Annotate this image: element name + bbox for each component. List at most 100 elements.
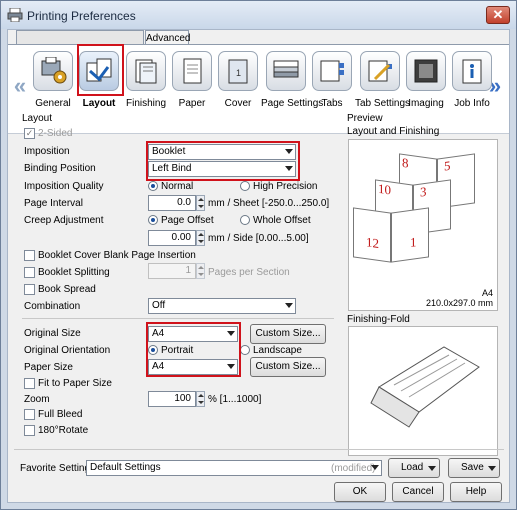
combination-select[interactable]: Off — [148, 298, 296, 314]
page-interval-label: Page Interval — [24, 198, 83, 209]
combination-value: Off — [152, 300, 166, 311]
paper-icon — [183, 58, 202, 84]
page-number: 1 — [410, 234, 417, 250]
tool-cover[interactable]: 1 Cover — [215, 51, 261, 121]
fit-to-paper-checkbox[interactable] — [24, 378, 35, 389]
tool-label: Imaging — [408, 98, 444, 109]
splitting-stepper[interactable] — [196, 263, 205, 279]
tool-job-info[interactable]: Job Info — [449, 51, 495, 121]
page-settings-icon — [273, 60, 299, 78]
booklet-splitting-label: Booklet Splitting — [38, 267, 110, 278]
tool-imaging[interactable]: Imaging — [403, 51, 449, 121]
imposition-value: Booklet — [152, 146, 186, 157]
splitting-unit: Pages per Section — [208, 267, 290, 278]
booklet-splitting-checkbox[interactable] — [24, 267, 35, 278]
favorite-modified-state: (modified) — [331, 463, 376, 474]
page-number: 3 — [420, 183, 427, 200]
paper-size-value: A4 — [152, 361, 165, 372]
window-title: Printing Preferences — [27, 9, 136, 23]
layout-preview-pane: 8 5 10 3 12 1 A4 210.0x297.0 mm — [348, 139, 498, 311]
tool-layout[interactable]: Layout — [76, 51, 122, 121]
full-bleed-checkbox[interactable] — [24, 409, 35, 420]
chevron-down-icon — [285, 166, 293, 171]
chevron-down-icon — [488, 466, 496, 471]
original-orientation-label: Original Orientation — [24, 345, 111, 356]
page-interval-input[interactable]: 0.0 — [148, 195, 196, 211]
orientation-portrait-label: Portrait — [161, 345, 194, 356]
preview-group-title: Preview — [347, 113, 383, 124]
blank-insertion-label: Booklet Cover Blank Page Insertion — [38, 250, 196, 261]
blank-insertion-checkbox[interactable] — [24, 250, 35, 261]
tool-tabs[interactable]: Tabs — [309, 51, 355, 121]
tool-page-settings[interactable]: Page Settings — [261, 51, 323, 121]
layout-group-title: Layout — [22, 113, 53, 124]
paper-name: A4 — [481, 288, 493, 298]
finishing-fold-title: Finishing-Fold — [347, 314, 410, 325]
zoom-stepper[interactable] — [196, 391, 205, 407]
original-size-value: A4 — [152, 328, 165, 339]
layout-finishing-title: Layout and Finishing — [347, 126, 440, 137]
save-button[interactable]: Save — [448, 458, 500, 478]
tool-label: Tabs — [321, 98, 343, 109]
fold-preview-pane — [348, 326, 498, 456]
tool-label: General — [35, 98, 71, 109]
tool-label: Tab Settings — [355, 98, 411, 109]
preview-page: 1 — [391, 207, 429, 263]
tool-paper[interactable]: Paper — [169, 51, 215, 121]
load-button[interactable]: Load — [388, 458, 440, 478]
help-button[interactable]: Help — [450, 482, 502, 502]
creep-whole-offset-label: Whole Offset — [253, 215, 311, 226]
binding-position-value: Left Bind — [152, 163, 192, 174]
title-bar: Printing Preferences ✕ — [1, 1, 516, 29]
cancel-button[interactable]: Cancel — [392, 482, 444, 502]
fit-to-paper-label: Fit to Paper Size — [38, 378, 112, 389]
creep-whole-offset-radio[interactable] — [240, 215, 250, 225]
rotate-checkbox[interactable] — [24, 425, 35, 436]
scroll-left-button[interactable]: « — [13, 73, 27, 99]
zoom-input[interactable]: 100 — [148, 391, 196, 407]
dialog-body: Advanced « » General Layout Finishing Pa… — [7, 29, 510, 503]
orientation-landscape-radio[interactable] — [240, 345, 250, 355]
quality-high-radio[interactable] — [240, 181, 250, 191]
close-button[interactable]: ✕ — [486, 6, 510, 24]
creep-page-offset-radio[interactable] — [148, 215, 158, 225]
svg-text:1: 1 — [236, 68, 241, 78]
original-size-select[interactable]: A4 — [148, 326, 238, 342]
chevron-down-icon — [428, 466, 436, 471]
imposition-quality-label: Imposition Quality — [24, 181, 104, 192]
tool-label: Layout — [82, 98, 116, 109]
orientation-landscape-label: Landscape — [253, 345, 302, 356]
binding-position-select[interactable]: Left Bind — [148, 161, 296, 177]
creep-value-stepper[interactable] — [196, 230, 205, 246]
tool-label: Finishing — [125, 98, 167, 109]
quality-normal-radio[interactable] — [148, 181, 158, 191]
zoom-label: Zoom — [24, 394, 50, 405]
creep-value-input[interactable]: 0.00 — [148, 230, 196, 246]
page-number: 12 — [366, 234, 379, 251]
two-sided-checkbox[interactable]: ✓ — [24, 128, 35, 139]
chevron-down-icon — [285, 303, 293, 308]
favorite-setting-select[interactable]: Default Settings (modified) — [86, 460, 382, 476]
tool-finishing[interactable]: Finishing — [123, 51, 169, 121]
combination-label: Combination — [24, 301, 81, 312]
custom-size-button-1[interactable]: Custom Size... — [250, 324, 326, 344]
orientation-portrait-radio[interactable] — [148, 345, 158, 355]
function-toolbar: « » General Layout Finishing Paper 1 Cov… — [8, 44, 509, 134]
tool-tab-settings[interactable]: Tab Settings — [355, 51, 411, 121]
page-interval-stepper[interactable] — [196, 195, 205, 211]
imposition-select[interactable]: Booklet — [148, 144, 296, 160]
load-label: Load — [401, 462, 424, 473]
page-number: 5 — [444, 157, 451, 174]
book-spread-label: Book Spread — [38, 284, 96, 295]
ok-button[interactable]: OK — [334, 482, 386, 502]
tool-general[interactable]: General — [30, 51, 76, 121]
paper-size-select[interactable]: A4 — [148, 359, 238, 375]
rotate-label: 180°Rotate — [38, 425, 89, 436]
cover-icon: 1 — [228, 59, 248, 84]
splitting-value-input[interactable]: 1 — [148, 263, 196, 279]
book-spread-checkbox[interactable] — [24, 284, 35, 295]
chevron-down-icon — [227, 331, 235, 336]
finishing-icon — [135, 59, 157, 84]
custom-size-button-2[interactable]: Custom Size... — [250, 357, 326, 377]
imposition-label: Imposition — [24, 146, 70, 157]
